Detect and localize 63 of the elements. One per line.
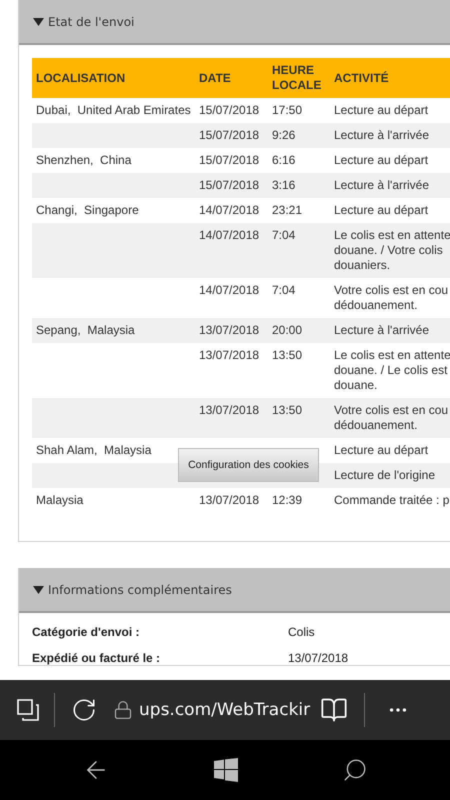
triangle-icon bbox=[33, 18, 44, 26]
table-cell-text: Commande traitée : p bbox=[333, 493, 450, 508]
info-label: Catégorie d'envoi : bbox=[32, 625, 140, 639]
table-cell-text: 7:04 bbox=[271, 283, 296, 299]
table-cell-text: 13:50 bbox=[271, 403, 302, 419]
table-cell-text: Dubai, United Arab Emirates bbox=[35, 103, 191, 118]
table-cell-text: 15/07/2018 bbox=[198, 153, 260, 168]
refresh-icon[interactable] bbox=[71, 697, 97, 723]
column-header: DATE bbox=[198, 70, 232, 86]
table-cell-text: 13/07/2018 bbox=[198, 323, 260, 338]
windows-logo-icon[interactable] bbox=[214, 758, 238, 782]
table-cell-text: 12:39 bbox=[271, 493, 302, 508]
table-cell-text: 14/07/2018 bbox=[198, 228, 260, 244]
table-cell-text: 15/07/2018 bbox=[198, 103, 260, 118]
info-value: Colis bbox=[288, 625, 315, 639]
cookie-settings-button[interactable]: Configuration des cookies bbox=[178, 448, 319, 482]
table-cell-text: Lecture au départ bbox=[333, 153, 428, 168]
table-cell-text: Le colis est en attente douane. / Votre colis douaniers. bbox=[333, 228, 450, 273]
search-icon[interactable] bbox=[342, 757, 368, 783]
table-cell-text: 9:26 bbox=[271, 128, 296, 143]
table-cell-text: Le colis est en attente douane. / Le colis est douane. bbox=[333, 348, 450, 393]
table-cell-text: Lecture à l'arrivée bbox=[333, 178, 430, 193]
column-header: LOCALISATION bbox=[35, 70, 126, 86]
table-cell-text: Sepang, Malaysia bbox=[35, 323, 135, 338]
table-cell-text: 6:16 bbox=[271, 153, 296, 168]
panel-title: Informations complémentaires bbox=[48, 582, 232, 596]
table-cell-text: Votre colis est en cou dédouanement. bbox=[333, 403, 448, 433]
table-cell-text: 17:50 bbox=[271, 103, 302, 118]
table-cell-text: Malaysia bbox=[35, 493, 84, 508]
table-cell-text: Lecture à l'arrivée bbox=[333, 323, 430, 338]
table-cell-text: Lecture à l'arrivée bbox=[333, 128, 430, 143]
table-cell-text: 13/07/2018 bbox=[198, 403, 260, 419]
table-cell-text: 14/07/2018 bbox=[198, 283, 260, 299]
triangle-icon bbox=[33, 586, 44, 594]
lock-icon bbox=[113, 700, 133, 720]
address-field[interactable]: ups.com/WebTrackir bbox=[113, 700, 310, 720]
column-header: HEURE LOCALE bbox=[271, 63, 322, 93]
column-header: ACTIVITÉ bbox=[333, 70, 390, 86]
table-cell-text: Lecture au départ bbox=[333, 203, 428, 218]
table-cell-text: Votre colis est en cou dédouanement. bbox=[333, 283, 448, 313]
table-cell-text: 13/07/2018 bbox=[198, 348, 260, 364]
panel-header[interactable]: Etat de l'envoi bbox=[19, 0, 450, 45]
table-cell-text: 7:04 bbox=[271, 228, 296, 244]
info-label: Expédié ou facturé le : bbox=[32, 651, 160, 665]
panel-header[interactable]: Informations complémentaires bbox=[19, 568, 450, 613]
table-cell-text: 13:50 bbox=[271, 348, 302, 364]
table-cell-text: 15/07/2018 bbox=[198, 128, 260, 143]
table-cell-text: 3:16 bbox=[271, 178, 296, 193]
table-cell-text: 14/07/2018 bbox=[198, 203, 260, 218]
info-value: 13/07/2018 bbox=[288, 651, 348, 665]
table-cell-text: Lecture de l'origine bbox=[333, 468, 436, 483]
table-cell-text: Shah Alam, Malaysia bbox=[35, 443, 152, 458]
tabs-icon[interactable] bbox=[16, 698, 40, 722]
panel-title: Etat de l'envoi bbox=[48, 14, 134, 28]
table-cell-text: 15/07/2018 bbox=[198, 178, 260, 193]
table-cell-text: Changi, Singapore bbox=[35, 203, 139, 218]
table-cell-text: Shenzhen, China bbox=[35, 153, 132, 168]
table-cell-text: 20:00 bbox=[271, 323, 302, 338]
book-icon[interactable] bbox=[320, 696, 348, 724]
table-cell-text: 23:21 bbox=[271, 203, 302, 218]
table-cell-text: 13/07/2018 bbox=[198, 493, 260, 508]
table-cell-text: Lecture au départ bbox=[333, 103, 428, 118]
table-cell-text: Lecture au départ bbox=[333, 443, 428, 458]
